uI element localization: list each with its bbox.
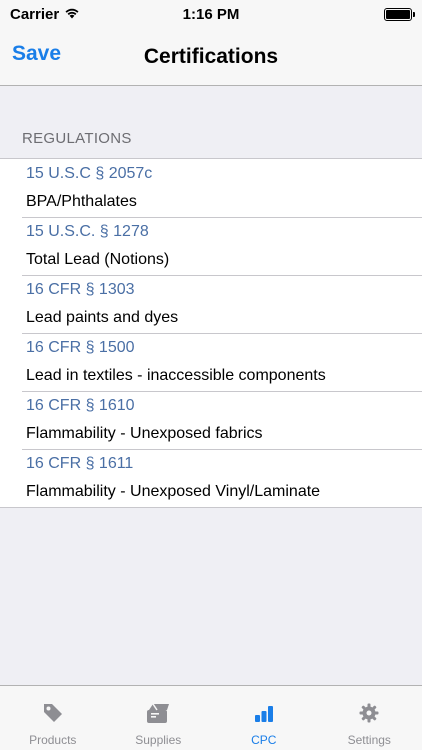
bar-chart-icon [253,698,275,728]
wifi-icon [64,6,80,23]
list-item[interactable]: 15 U.S.C § 2057c BPA/Phthalates [0,159,422,217]
regulation-description: BPA/Phthalates [26,193,137,210]
list-item[interactable]: 15 U.S.C. § 1278 Total Lead (Notions) [0,217,422,275]
regulation-description: Flammability - Unexposed fabrics [26,425,263,442]
tab-label: Settings [347,733,391,747]
regulation-description: Lead in textiles - inaccessible componen… [26,367,326,384]
status-bar: Carrier 1:16 PM [0,0,422,28]
regulation-code: 15 U.S.C. § 1278 [26,223,149,240]
tab-cpc[interactable]: CPC [211,686,317,750]
regulation-description: Flammability - Unexposed Vinyl/Laminate [26,483,321,500]
tab-label: Supplies [135,733,182,747]
section-header-regulations: REGULATIONS [22,130,132,147]
tag-icon [42,698,64,728]
regulation-description: Total Lead (Notions) [26,251,170,268]
status-left: Carrier [10,6,80,23]
regulation-code: 16 CFR § 1611 [26,455,134,472]
list-item[interactable]: 16 CFR § 1303 Lead paints and dyes [0,275,422,333]
tab-label: CPC [251,733,277,747]
regulation-code: 16 CFR § 1500 [26,339,135,356]
page-title: Certifications [143,44,279,68]
regulation-code: 16 CFR § 1303 [26,281,135,298]
tab-settings[interactable]: Settings [317,686,422,750]
tab-label: Products [29,733,77,747]
carrier-label: Carrier [10,5,60,23]
regulation-description: Lead paints and dyes [26,309,179,326]
tab-products[interactable]: Products [0,686,106,750]
regulation-code: 16 CFR § 1610 [26,397,135,414]
battery-icon [384,7,415,21]
navigation-bar: Save Certifications [0,28,422,86]
regulation-code: 15 U.S.C § 2057c [26,165,153,182]
save-button[interactable]: Save [12,42,61,66]
list-item[interactable]: 16 CFR § 1500 Lead in textiles - inacces… [0,333,422,391]
box-icon [145,698,171,728]
list-item[interactable]: 16 CFR § 1611 Flammability - Unexposed V… [0,449,422,507]
tab-bar: Products Supplies CPC Settings [0,685,422,750]
list-item[interactable]: 16 CFR § 1610 Flammability - Unexposed f… [0,391,422,449]
gear-icon [358,698,380,728]
tab-supplies[interactable]: Supplies [106,686,212,750]
regulations-list: 15 U.S.C § 2057c BPA/Phthalates 15 U.S.C… [0,158,422,508]
